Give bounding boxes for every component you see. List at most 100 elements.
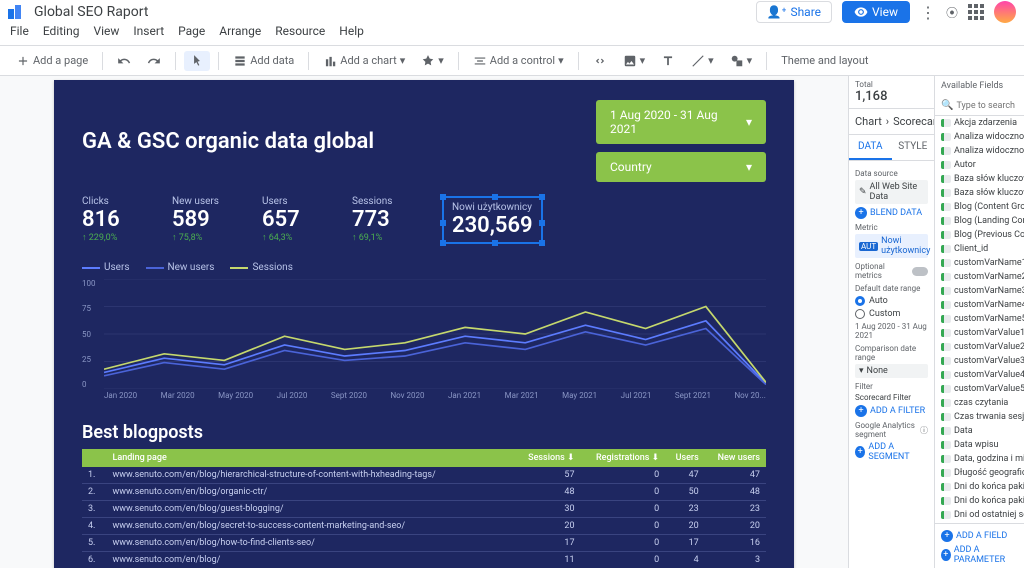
add-parameter-button[interactable]: +ADD A PARAMETER <box>941 545 1018 565</box>
theme-button[interactable]: Theme and layout <box>775 51 874 70</box>
field-item[interactable]: Blog (Content Group) <box>935 200 1024 214</box>
breadcrumb[interactable]: Chart›Scorecard <box>849 109 934 135</box>
field-item[interactable]: Blog (Previous Conten <box>935 228 1024 242</box>
add-control-button[interactable]: Add a control▾ <box>467 51 570 71</box>
kpi-clicks[interactable]: Clicks816↑ 229,0% <box>82 196 142 244</box>
tab-style[interactable]: STYLE <box>892 135 935 160</box>
more-icon[interactable]: ⋮ <box>920 3 936 22</box>
help-icon[interactable]: ⦿ <box>946 4 958 21</box>
field-item[interactable]: Dni do końca pakietu... <box>935 480 1024 494</box>
table-row[interactable]: 1.www.senuto.com/en/blog/hierarchical-st… <box>82 467 766 484</box>
field-item[interactable]: Data <box>935 424 1024 438</box>
tab-data[interactable]: DATA <box>849 135 892 160</box>
menu-help[interactable]: Help <box>339 24 364 45</box>
field-item[interactable]: customVarName5 <box>935 312 1024 326</box>
table-row[interactable]: 6.www.senuto.com/en/blog/11043 <box>82 552 766 568</box>
selection-handle[interactable] <box>440 194 446 200</box>
add-filter-button[interactable]: +ADD A FILTER <box>855 405 928 417</box>
menu-arrange[interactable]: Arrange <box>219 24 261 45</box>
col-header[interactable]: Sessions ⬇ <box>515 449 581 467</box>
redo-button[interactable] <box>141 51 167 71</box>
add-data-button[interactable]: Add data <box>227 51 300 71</box>
comparison-select[interactable]: ▾None <box>855 364 928 378</box>
url-embed-button[interactable] <box>587 51 613 71</box>
menu-editing[interactable]: Editing <box>43 24 80 45</box>
blend-data-button[interactable]: +BLEND DATA <box>855 207 928 219</box>
field-item[interactable]: Analiza widoczności ( <box>935 144 1024 158</box>
field-item[interactable]: Baza słów kluczowy... <box>935 172 1024 186</box>
scorecard-selected[interactable]: Nowi użytkownicy230,569 <box>442 196 543 244</box>
apps-icon[interactable] <box>968 4 984 20</box>
selection-handle[interactable] <box>539 240 545 246</box>
add-chart-button[interactable]: Add a chart▾ <box>317 51 411 71</box>
line-chart[interactable]: 1007550250 <box>82 279 766 389</box>
menu-resource[interactable]: Resource <box>275 24 325 45</box>
field-item[interactable]: Akcja zdarzenia <box>935 116 1024 130</box>
field-item[interactable]: customVarName4 <box>935 298 1024 312</box>
data-source-chip[interactable]: ✎All Web Site Data <box>855 180 928 204</box>
field-item[interactable]: Długość geograficzna... <box>935 466 1024 480</box>
country-control[interactable]: Country▾ <box>596 152 766 182</box>
add-page-button[interactable]: Add a page <box>10 51 94 71</box>
line-button[interactable]: ▾ <box>685 51 720 71</box>
field-item[interactable]: Blog (Landing Conten <box>935 214 1024 228</box>
kpi-users[interactable]: Users657↑ 64,3% <box>262 196 322 244</box>
community-viz-button[interactable]: ▾ <box>415 51 450 71</box>
field-item[interactable]: customVarValue5 <box>935 382 1024 396</box>
text-button[interactable] <box>655 51 681 71</box>
kpi-new-users[interactable]: New users589↑ 75,8% <box>172 196 232 244</box>
shape-button[interactable]: ▾ <box>724 51 759 71</box>
radio-custom[interactable]: Custom <box>855 309 928 319</box>
field-item[interactable]: customVarValue1 <box>935 326 1024 340</box>
field-item[interactable]: Czas trwania sesji – z <box>935 410 1024 424</box>
view-button[interactable]: View <box>842 1 910 23</box>
date-range-control[interactable]: 1 Aug 2020 - 31 Aug 2021▾ <box>596 100 766 144</box>
col-header[interactable]: Registrations ⬇ <box>581 449 666 467</box>
field-item[interactable]: Analiza widoczności ( <box>935 130 1024 144</box>
menu-file[interactable]: File <box>10 24 29 45</box>
field-item[interactable]: customVarValue3 <box>935 354 1024 368</box>
table-row[interactable]: 5.www.senuto.com/en/blog/how-to-find-cli… <box>82 535 766 552</box>
avatar[interactable] <box>994 1 1016 23</box>
doc-title[interactable]: Global SEO Raport <box>34 4 148 20</box>
field-item[interactable]: Autor <box>935 158 1024 172</box>
toggle-icon[interactable] <box>912 267 928 276</box>
fields-search-input[interactable] <box>956 101 1018 111</box>
menu-insert[interactable]: Insert <box>133 24 164 45</box>
table-row[interactable]: 3.www.senuto.com/en/blog/guest-blogging/… <box>82 501 766 518</box>
field-item[interactable]: Baza słów kluczowyc... <box>935 186 1024 200</box>
field-item[interactable]: Dni do końca pakietu... <box>935 494 1024 508</box>
selection-handle[interactable] <box>539 194 545 200</box>
help-icon[interactable]: ⓘ <box>920 425 928 436</box>
menu-page[interactable]: Page <box>178 24 205 45</box>
menu-view[interactable]: View <box>93 24 119 45</box>
canvas[interactable]: GA & GSC organic data global 1 Aug 2020 … <box>0 76 848 568</box>
field-item[interactable]: customVarName2 <box>935 270 1024 284</box>
metric-chip[interactable]: AUTNowi użytkownicy <box>855 234 928 258</box>
undo-button[interactable] <box>111 51 137 71</box>
table-row[interactable]: 2.www.senuto.com/en/blog/organic-ctr/480… <box>82 484 766 501</box>
col-header[interactable]: New users <box>705 449 766 467</box>
field-item[interactable]: czas czytania <box>935 396 1024 410</box>
field-item[interactable]: customVarName1 <box>935 256 1024 270</box>
report-page[interactable]: GA & GSC organic data global 1 Aug 2020 … <box>54 80 794 568</box>
selection-handle[interactable] <box>492 194 498 200</box>
field-item[interactable]: Dni od ostatniej sesji <box>935 508 1024 522</box>
share-button[interactable]: 👤⁺ Share <box>756 1 832 23</box>
radio-auto[interactable]: Auto <box>855 296 928 306</box>
field-item[interactable]: customVarName3 <box>935 284 1024 298</box>
selection-handle[interactable] <box>539 220 545 226</box>
table-row[interactable]: 4.www.senuto.com/en/blog/secret-to-succe… <box>82 518 766 535</box>
col-header[interactable]: Users <box>665 449 705 467</box>
field-item[interactable]: Data, godzina i minuty <box>935 452 1024 466</box>
field-item[interactable]: customVarValue2 <box>935 340 1024 354</box>
image-button[interactable]: ▾ <box>617 51 652 71</box>
selection-handle[interactable] <box>440 220 446 226</box>
selection-tool[interactable] <box>184 51 210 71</box>
field-item[interactable]: customVarValue4 <box>935 368 1024 382</box>
kpi-sessions[interactable]: Sessions773↑ 69,1% <box>352 196 412 244</box>
selection-handle[interactable] <box>440 240 446 246</box>
col-header[interactable]: Landing page <box>107 449 515 467</box>
selection-handle[interactable] <box>492 240 498 246</box>
add-field-button[interactable]: +ADD A FIELD <box>941 530 1018 542</box>
